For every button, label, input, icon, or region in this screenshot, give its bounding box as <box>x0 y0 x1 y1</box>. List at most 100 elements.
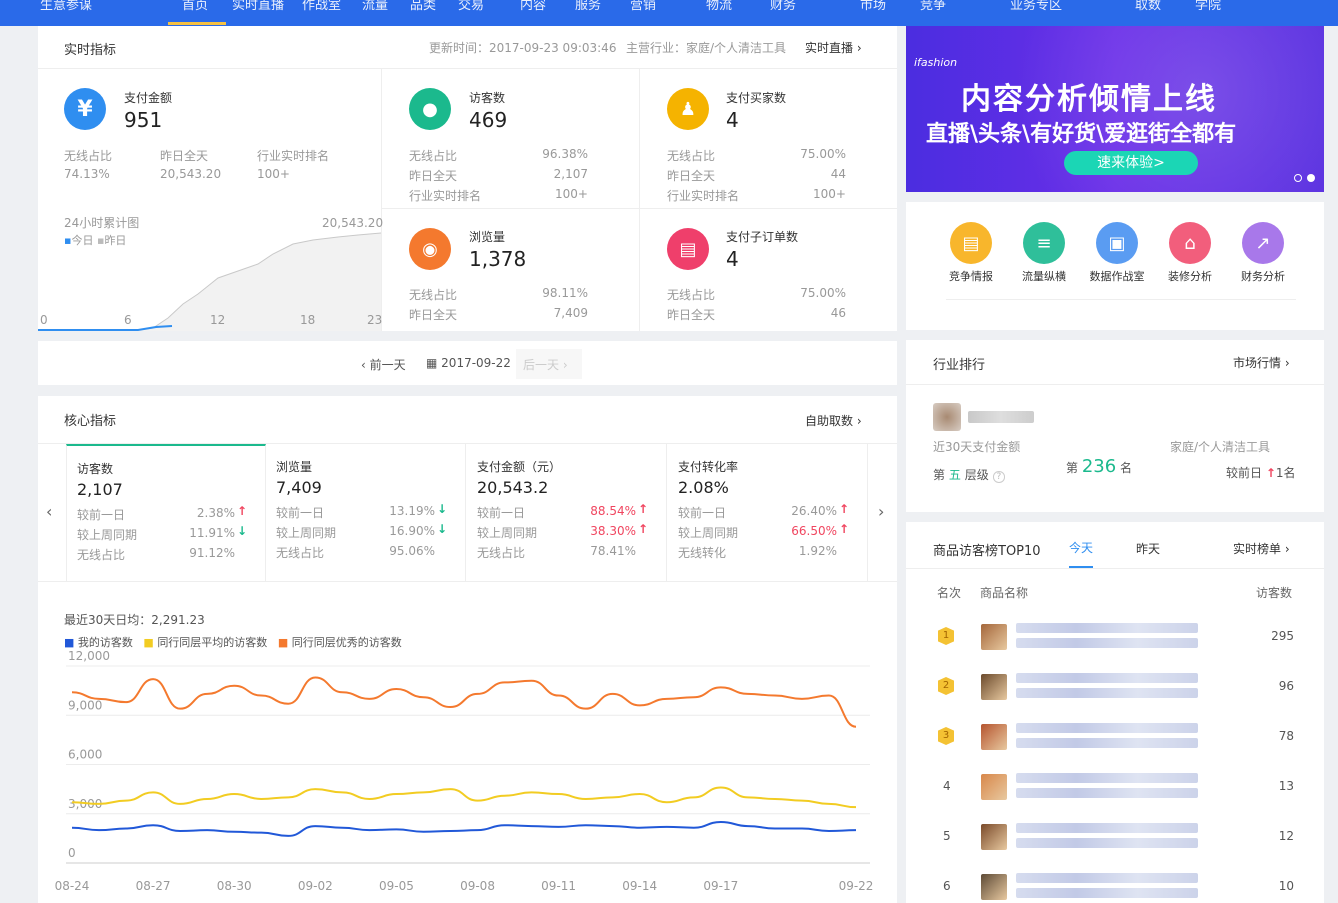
col-visitors: 访客数 <box>1256 586 1293 600</box>
nav-market[interactable]: 市场 <box>860 0 886 13</box>
cumulative-x-tick: 12 <box>210 313 226 327</box>
tier-value: 五 <box>948 468 961 482</box>
buyers-label: 支付买家数 <box>726 91 787 105</box>
next-day-button[interactable]: 后一天 › <box>523 356 568 373</box>
product-name-blurred[interactable] <box>1016 773 1198 783</box>
prev-day-button[interactable]: ‹ 前一天 <box>361 356 406 373</box>
stat-value: 96.38% <box>542 147 588 161</box>
product-thumbnail[interactable] <box>981 824 1007 850</box>
tool-4[interactable]: ⌂ 装修分析 <box>1157 220 1223 290</box>
tools-card: ▤ 竞争情报 ≡ 流量纵横 ▣ 数据作战室 ⌂ 装修分析 ↗ 财务分析 <box>906 202 1324 330</box>
core-metrics-card: 核心指标 自助取数 › ‹ › 访客数 2,107 较前一日 2.38% ↑ 较上周同期 1… <box>38 396 897 903</box>
nav-home[interactable]: 首页 <box>182 0 208 13</box>
footprint-icon: ● <box>409 88 451 130</box>
tier-info: 第 五 层级 ? <box>933 466 1006 483</box>
product-name-blurred[interactable] <box>1016 838 1198 848</box>
product-thumbnail[interactable] <box>981 774 1007 800</box>
nav-traffic[interactable]: 流量 <box>362 0 388 13</box>
series-line-3 <box>71 676 857 728</box>
product-name-blurred[interactable] <box>1016 623 1198 633</box>
update-time: 更新时间：2017-09-23 09:03:46 <box>429 41 617 55</box>
market-link[interactable]: 市场行情 › <box>1233 354 1290 371</box>
nav-warroom[interactable]: 作战室 <box>302 0 341 13</box>
product-thumbnail[interactable] <box>981 674 1007 700</box>
product-thumbnail[interactable] <box>981 724 1007 750</box>
realtime-rank-link[interactable]: 实时榜单 › <box>1233 540 1290 557</box>
y-tick-label: 12,000 <box>68 649 110 663</box>
nav-realtime[interactable]: 实时直播 <box>232 0 284 13</box>
tool-3[interactable]: ▣ 数据作战室 <box>1084 220 1150 290</box>
date-picker[interactable]: ▦ 2017-09-22 <box>426 356 511 370</box>
stat-value: 44 <box>830 167 846 181</box>
x-tick-label: 09-11 <box>541 879 576 893</box>
pay-value: 951 <box>124 108 163 132</box>
stat-value: 46 <box>830 306 846 320</box>
nav-data[interactable]: 取数 <box>1135 0 1161 13</box>
banner-cta-button[interactable]: 速来体验> <box>1064 151 1198 175</box>
nav-compete[interactable]: 竞争 <box>920 0 946 13</box>
suborders-value: 4 <box>726 247 739 271</box>
tool-label: 装修分析 <box>1168 270 1212 283</box>
x-tick-label: 09-02 <box>298 879 333 893</box>
divider <box>38 68 897 69</box>
x-tick-label: 08-24 <box>55 879 90 893</box>
nav-business[interactable]: 业务专区 <box>1010 0 1062 13</box>
help-icon[interactable]: ? <box>992 471 1006 483</box>
stat-label: 无线占比 <box>667 288 716 302</box>
product-name-blurred[interactable] <box>1016 723 1198 733</box>
nav-marketing[interactable]: 营销 <box>630 0 656 13</box>
nav-academy[interactable]: 学院 <box>1195 0 1221 13</box>
users-icon: ♟ <box>667 88 709 130</box>
x-tick-label: 08-27 <box>136 879 171 893</box>
tool-icon-5: ↗ <box>1242 222 1284 264</box>
tool-5[interactable]: ↗ 财务分析 <box>1230 220 1296 290</box>
calendar-icon: ▦ <box>426 356 438 370</box>
tier-prefix: 第 <box>933 468 946 482</box>
nav-trade[interactable]: 交易 <box>458 0 484 13</box>
industry-rank-title: 行业排行 <box>933 358 986 373</box>
industry-category: 家庭/个人清洁工具 <box>1170 440 1271 454</box>
chevron-right-icon: › <box>1284 542 1290 556</box>
tab-yesterday[interactable]: 昨天 <box>1136 540 1160 557</box>
chevron-right-icon: › <box>856 41 862 55</box>
product-name-blurred[interactable] <box>1016 823 1198 833</box>
rank-change: 较前日 ↑1名 <box>1226 464 1296 481</box>
product-name-blurred[interactable] <box>1016 788 1198 798</box>
product-thumbnail[interactable] <box>981 624 1007 650</box>
nav-finance[interactable]: 财务 <box>770 0 796 13</box>
nav-logo[interactable]: 生意参谋 <box>40 0 92 13</box>
nav-service[interactable]: 服务 <box>575 0 601 13</box>
tool-label: 流量纵横 <box>1022 270 1066 283</box>
carousel-dot[interactable] <box>1294 174 1302 182</box>
product-name-blurred[interactable] <box>1016 673 1198 683</box>
rank-number: 6 <box>943 879 951 893</box>
tool-icon-1: ▤ <box>950 222 992 264</box>
realtime-metrics-card: 实时指标 更新时间：2017-09-23 09:03:46 主营行业：家庭/个人… <box>38 26 897 331</box>
rank-medal: 3 <box>938 727 954 745</box>
stat-label: 昨日全天 <box>667 308 716 322</box>
tab-today[interactable]: 今天 <box>1069 539 1093 556</box>
promo-banner[interactable]: ifashion 内容分析倾情上线 直播\头条\有好货\爱逛街全都有 速来体验> <box>906 26 1324 192</box>
nav-content[interactable]: 内容 <box>520 0 546 13</box>
carousel-dot-active[interactable] <box>1307 174 1315 182</box>
product-name-blurred[interactable] <box>1016 738 1198 748</box>
product-name-blurred[interactable] <box>1016 888 1198 898</box>
product-thumbnail[interactable] <box>981 874 1007 900</box>
buyers-value: 4 <box>726 108 739 132</box>
pageviews-value: 1,378 <box>469 247 527 271</box>
pay-30d-label: 近30天支付金额 <box>933 440 1021 454</box>
product-name-blurred[interactable] <box>1016 873 1198 883</box>
nav-active-indicator <box>168 22 226 25</box>
stat-value: 100+ <box>813 187 846 201</box>
y-tick-label: 0 <box>68 846 76 860</box>
realtime-live-link[interactable]: 实时直播 › <box>805 39 862 56</box>
visitor-count: 295 <box>1271 629 1294 643</box>
stat-label: 无线占比 <box>667 149 716 163</box>
nav-logistics[interactable]: 物流 <box>706 0 732 13</box>
tool-1[interactable]: ▤ 竞争情报 <box>938 220 1004 290</box>
product-name-blurred[interactable] <box>1016 688 1198 698</box>
tool-2[interactable]: ≡ 流量纵横 <box>1011 220 1077 290</box>
product-name-blurred[interactable] <box>1016 638 1198 648</box>
nav-category[interactable]: 品类 <box>410 0 436 13</box>
pay-stat-label: 昨日全天 <box>160 149 209 163</box>
